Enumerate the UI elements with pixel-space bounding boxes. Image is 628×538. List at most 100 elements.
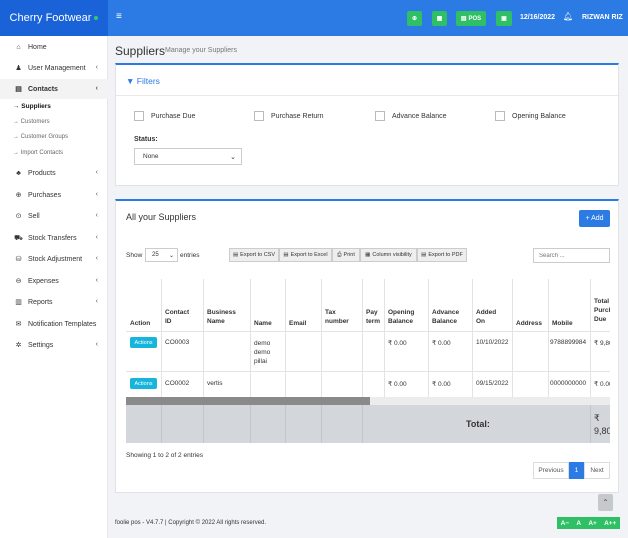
calculator-button[interactable]: ▦ — [432, 11, 447, 26]
next-page-button[interactable]: Next — [584, 462, 610, 479]
sidebar-item-notification-templates[interactable]: ✉ Notification Templates — [0, 314, 108, 334]
sidebar-item-products[interactable]: ♣ Products ‹ — [0, 163, 108, 183]
file-pdf-icon: ▤ — [421, 252, 427, 258]
col-divider — [590, 405, 591, 443]
top-navbar: Cherry Footwear ≡ ⊕ ▦ ▤ POS ▣ 12/16/2022… — [0, 0, 628, 36]
cell-opening-balance: ₹ 0.00 — [388, 381, 407, 388]
font-reset-button[interactable]: A — [576, 520, 581, 527]
advance-balance-label: Advance Balance — [392, 113, 447, 120]
brand-logo[interactable]: Cherry Footwear — [0, 0, 108, 36]
font-increase-button[interactable]: A+ — [588, 520, 597, 527]
col-header-tax-number[interactable]: Tax number — [325, 308, 351, 326]
suppliers-table: Action Contact ID Business Name Name Ema… — [126, 279, 610, 443]
menu-toggle-icon[interactable]: ≡ — [116, 11, 122, 22]
chevron-left-icon: ‹ — [95, 255, 98, 262]
col-header-mobile[interactable]: Mobile — [552, 319, 573, 328]
filters-title-label: Filters — [136, 76, 160, 86]
sidebar-subitem-import-contacts[interactable]: → Import Contacts — [13, 150, 63, 156]
col-divider — [362, 405, 363, 443]
col-header-total-purchase-due[interactable]: Total Purchase Due — [594, 297, 610, 324]
col-header-name[interactable]: Name — [254, 319, 272, 328]
sidebar-item-stock-adjustment[interactable]: ⛁ Stock Adjustment ‹ — [0, 249, 108, 269]
total-label: Total: — [466, 419, 490, 429]
header-divider — [126, 331, 610, 332]
sidebar-item-settings[interactable]: ✲ Settings ‹ — [0, 335, 108, 355]
truck-icon: ⛟ — [14, 234, 23, 242]
col-divider — [472, 279, 473, 397]
row-actions-button[interactable]: Actions — [130, 337, 157, 348]
font-decrease-button[interactable]: A− — [561, 520, 570, 527]
row-actions-button[interactable]: Actions — [130, 378, 157, 389]
opening-balance-checkbox[interactable] — [495, 111, 505, 121]
sidebar-subitem-customers[interactable]: → Customers — [13, 119, 50, 125]
page-1-button[interactable]: 1 — [569, 462, 584, 479]
status-value: None — [143, 153, 159, 160]
font-increase-more-button[interactable]: A++ — [604, 520, 616, 527]
cubes-icon: ♣ — [16, 169, 21, 177]
sidebar-item-stock-transfers[interactable]: ⛟ Stock Transfers ‹ — [0, 228, 108, 248]
col-header-contact-id[interactable]: Contact ID — [165, 308, 189, 326]
sidebar-item-purchases[interactable]: ⊕ Purchases ‹ — [0, 185, 108, 205]
cell-opening-balance: ₹ 0.00 — [388, 340, 407, 347]
sidebar-item-label: Settings — [28, 341, 54, 349]
col-header-added-on[interactable]: Added On — [476, 308, 498, 326]
entries-per-page-select[interactable]: 25 ⌄ — [145, 248, 178, 262]
sidebar-item-label: Stock Adjustment — [28, 255, 83, 263]
showing-entries-text: Showing 1 to 2 of 2 entries — [126, 452, 203, 459]
sidebar-item-label: Notification Templates — [28, 320, 97, 328]
status-select[interactable]: None ⌄ — [134, 148, 242, 165]
sidebar-item-sell[interactable]: ⊙ Sell ‹ — [0, 206, 108, 226]
col-header-email[interactable]: Email — [289, 319, 306, 328]
col-divider — [548, 279, 549, 397]
previous-page-button[interactable]: Previous — [533, 462, 569, 479]
col-header-address[interactable]: Address — [516, 319, 542, 328]
total-value: ₹ 9,80 — [594, 413, 610, 436]
purchase-return-checkbox[interactable] — [254, 111, 264, 121]
scroll-to-top-button[interactable]: ⌃ — [598, 494, 613, 511]
sidebar-subitem-suppliers[interactable]: → Suppliers — [13, 103, 51, 110]
arrow-circle-down-icon: ⊕ — [15, 192, 22, 199]
chevron-left-icon: ‹ — [95, 298, 98, 305]
column-visibility-button[interactable]: ▦ Column visibility — [360, 248, 417, 262]
sidebar-item-user-management[interactable]: ♟ User Management ‹ — [0, 58, 108, 78]
export-pdf-button[interactable]: ▤ Export to PDF — [417, 248, 467, 262]
advance-balance-checkbox[interactable] — [375, 111, 385, 121]
col-header-opening-balance[interactable]: Opening Balance — [388, 308, 418, 326]
filters-toggle[interactable]: ▼ Filters — [126, 76, 160, 86]
purchase-due-label: Purchase Due — [151, 113, 196, 120]
export-excel-label: Export to Excel — [290, 252, 328, 258]
col-divider — [321, 405, 322, 443]
user-menu[interactable]: RIZWAN RIZ — [582, 14, 623, 21]
sidebar-subitem-customer-groups[interactable]: → Customer Groups — [13, 134, 68, 140]
row-divider — [126, 371, 610, 372]
print-button[interactable]: ⎙ Print — [332, 248, 360, 262]
cell-contact-id: CO0003 — [165, 339, 190, 346]
pos-button[interactable]: ▤ POS — [456, 11, 486, 26]
col-header-action[interactable]: Action — [130, 319, 150, 328]
col-divider — [384, 279, 385, 397]
col-header-advance-balance[interactable]: Advance Balance — [432, 308, 462, 326]
export-csv-button[interactable]: ▤ Export to CSV — [229, 248, 279, 262]
arrow-circle-up-icon: ⊙ — [15, 213, 22, 220]
sidebar-item-label: Home — [28, 43, 47, 51]
sidebar-item-home[interactable]: ⌂ Home — [0, 37, 108, 57]
sidebar-item-label: Purchases — [28, 191, 62, 199]
add-supplier-button[interactable]: + Add — [579, 210, 610, 227]
sidebar-item-reports[interactable]: ▥ Reports ‹ — [0, 292, 108, 312]
bell-icon[interactable]: 🔔︎ — [563, 12, 573, 21]
col-header-pay-term[interactable]: Pay term — [366, 308, 382, 326]
chevron-left-icon: ‹ — [95, 169, 98, 176]
add-sale-button[interactable]: ⊕ — [407, 11, 422, 26]
horizontal-scrollbar-thumb[interactable] — [126, 397, 370, 405]
cell-business-name: vertis — [207, 380, 223, 387]
sidebar-item-expenses[interactable]: ⊖ Expenses ‹ — [0, 271, 108, 291]
address-book-icon: ▤ — [15, 86, 22, 93]
col-header-business-name[interactable]: Business Name — [207, 308, 237, 326]
export-excel-button[interactable]: ▤ Export to Excel — [279, 248, 332, 262]
search-input[interactable] — [533, 248, 610, 263]
cash-register-button[interactable]: ▣ — [496, 11, 512, 26]
cell-contact-id: CO0002 — [165, 380, 190, 387]
col-divider — [285, 279, 286, 397]
sidebar-item-contacts[interactable]: ▤ Contacts ‹ — [0, 79, 108, 99]
purchase-due-checkbox[interactable] — [134, 111, 144, 121]
